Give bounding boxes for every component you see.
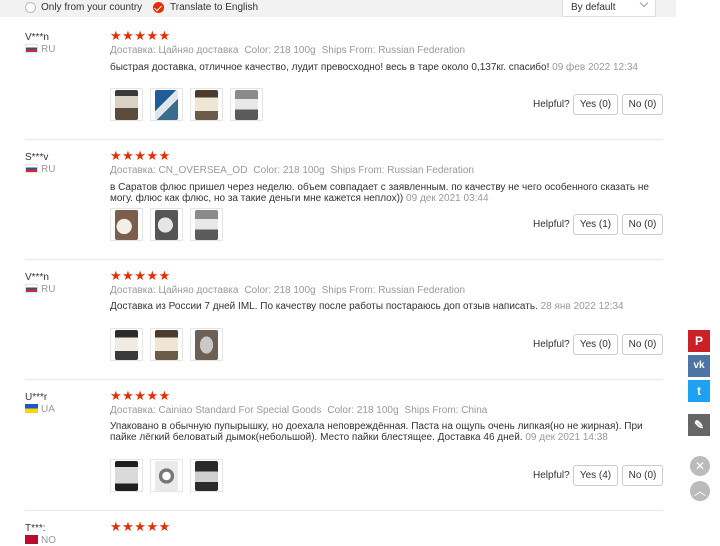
shipping-method: Доставка: Цайняо доставка: [110, 45, 239, 56]
review-photo[interactable]: [190, 88, 223, 121]
twitter-icon[interactable]: t: [688, 380, 710, 402]
review-photo[interactable]: [110, 328, 143, 361]
reviewer-name: U***r: [25, 392, 48, 403]
only-country-checkbox[interactable]: [25, 2, 36, 13]
ships-from: Ships From: China: [404, 405, 488, 416]
rating-stars: ★★★★★: [110, 28, 171, 43]
reviewer-name: S***v: [25, 152, 49, 163]
review-photo[interactable]: [190, 328, 223, 361]
rating-stars: ★★★★★: [110, 268, 171, 283]
helpful-no-button[interactable]: No (0): [622, 465, 663, 486]
flag-icon: [25, 164, 38, 173]
rating-stars: ★★★★★: [110, 148, 171, 163]
close-icon[interactable]: ✕: [690, 456, 710, 476]
review-photo[interactable]: [110, 459, 143, 492]
review-meta: Доставка: CN_OVERSEA_OD Color: 218 100g Sh…: [110, 165, 480, 176]
vk-icon[interactable]: vk: [688, 355, 710, 377]
review-photo[interactable]: [110, 208, 143, 241]
reviewer-country: RU: [25, 164, 55, 175]
helpful-label: Helpful?: [533, 470, 570, 481]
divider: [25, 379, 663, 380]
product-color: Color: 218 100g: [244, 285, 316, 296]
helpful-label: Helpful?: [533, 219, 570, 230]
translate-label[interactable]: Translate to English: [170, 2, 258, 13]
ships-from: Ships From: Russian Federation: [330, 165, 474, 176]
review-meta: Доставка: Cainiao Standard For Special G…: [110, 405, 493, 416]
ships-from: Ships From: Russian Federation: [321, 45, 466, 56]
review-photo[interactable]: [150, 328, 183, 361]
reviewer-name: T***:: [25, 523, 46, 534]
reviewer-name: V***n: [25, 272, 49, 283]
review-text: быстрая доставка, отличное качество, луд…: [110, 62, 638, 73]
review-photo[interactable]: [190, 459, 223, 492]
product-color: Color: 218 100g: [327, 405, 399, 416]
edit-icon[interactable]: ✎: [688, 414, 710, 436]
only-country-label[interactable]: Only from your country: [41, 2, 142, 13]
flag-icon: [25, 404, 38, 413]
rating-stars: ★★★★★: [110, 519, 171, 534]
review-text: Доставка из России 7 дней IML. По качест…: [110, 301, 624, 312]
divider: [25, 510, 663, 511]
review-photo[interactable]: [230, 88, 263, 121]
review-text: Упаковано в обычную пупырышку, но доехал…: [110, 421, 643, 443]
review-photo[interactable]: [150, 208, 183, 241]
sort-value: By default: [571, 2, 616, 13]
helpful-yes-button[interactable]: Yes (4): [573, 465, 618, 486]
flag-icon: [25, 284, 38, 293]
helpful-label: Helpful?: [533, 339, 570, 350]
review-meta: Доставка: Цайняо доставка Color: 218 100g…: [110, 45, 471, 56]
pinterest-icon[interactable]: P: [688, 330, 710, 352]
review-photo[interactable]: [110, 88, 143, 121]
divider: [25, 139, 663, 140]
helpful-no-button[interactable]: No (0): [622, 334, 663, 355]
helpful-yes-button[interactable]: Yes (0): [573, 94, 618, 115]
shipping-method: Доставка: Цайняо доставка: [110, 285, 239, 296]
review-photo[interactable]: [150, 459, 183, 492]
review-date: 09 дек 2021 14:38: [525, 432, 608, 443]
review-date: 09 фев 2022 12:34: [552, 62, 638, 73]
review-meta: Доставка: Цайняо доставка Color: 218 100g…: [110, 285, 471, 296]
scroll-top-icon[interactable]: ︿: [690, 481, 710, 501]
product-color: Color: 218 100g: [244, 45, 316, 56]
chevron-down-icon: [639, 0, 649, 8]
review-text: в Саратов флюс пришел через неделю. объе…: [110, 182, 649, 204]
helpful-no-button[interactable]: No (0): [622, 214, 663, 235]
reviewer-country: RU: [25, 44, 55, 55]
flag-icon: [25, 44, 38, 53]
reviewer-name: V***n: [25, 32, 49, 43]
reviewer-country: RU: [25, 284, 55, 295]
helpful-label: Helpful?: [533, 99, 570, 110]
product-color: Color: 218 100g: [253, 165, 325, 176]
divider: [25, 259, 663, 260]
review-photo[interactable]: [150, 88, 183, 121]
reviewer-country: UA: [25, 404, 55, 415]
shipping-method: Доставка: Cainiao Standard For Special G…: [110, 405, 322, 416]
reviewer-country: NO: [25, 535, 56, 546]
review-photo[interactable]: [190, 208, 223, 241]
ships-from: Ships From: Russian Federation: [321, 285, 466, 296]
translate-checkbox[interactable]: [153, 2, 164, 13]
helpful-yes-button[interactable]: Yes (1): [573, 214, 618, 235]
shipping-method: Доставка: CN_OVERSEA_OD: [110, 165, 248, 176]
review-date: 28 янв 2022 12:34: [540, 301, 624, 312]
review-date: 09 дек 2021 03:44: [406, 193, 489, 204]
rating-stars: ★★★★★: [110, 388, 171, 403]
filter-bar: Only from your country Translate to Engl…: [0, 0, 676, 17]
helpful-no-button[interactable]: No (0): [622, 94, 663, 115]
helpful-yes-button[interactable]: Yes (0): [573, 334, 618, 355]
sort-select[interactable]: By default: [562, 0, 656, 17]
